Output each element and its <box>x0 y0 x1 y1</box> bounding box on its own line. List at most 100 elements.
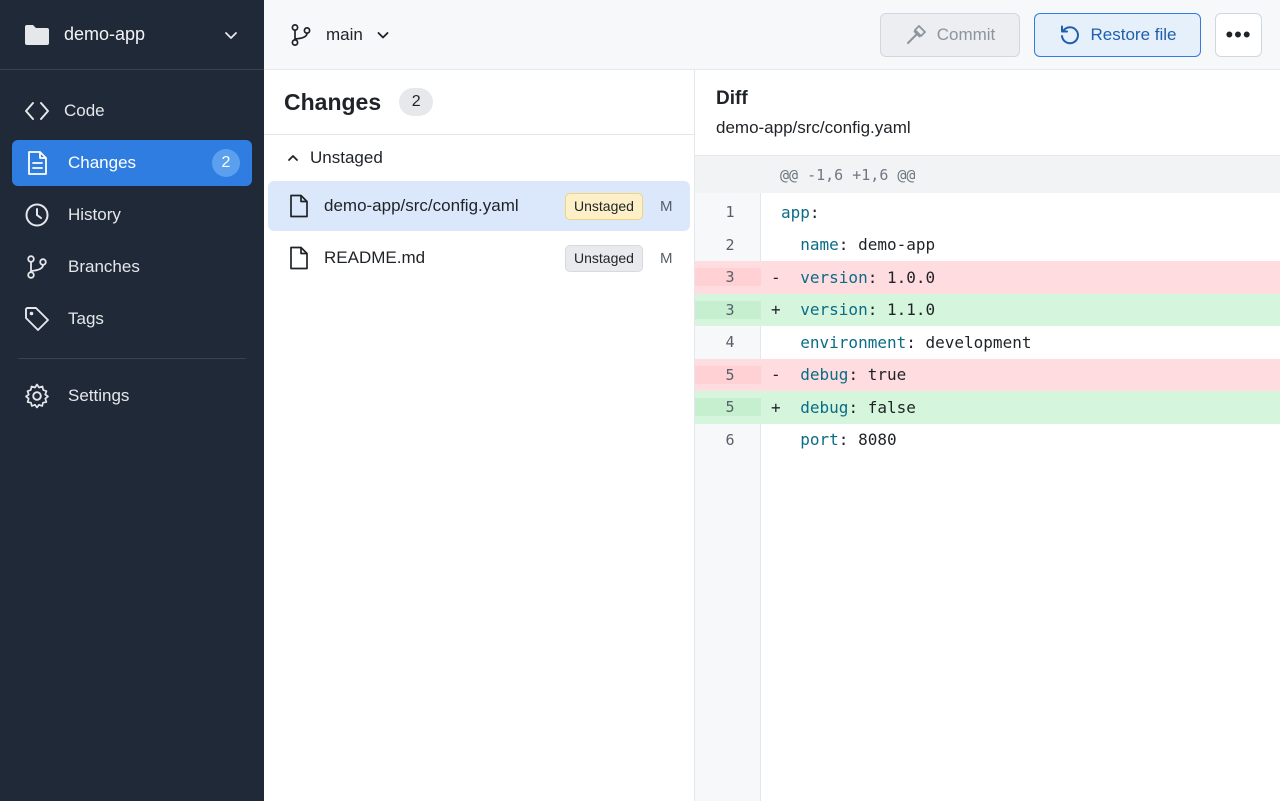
changes-count: 2 <box>399 88 434 116</box>
file-status: M <box>660 249 673 267</box>
line-number: 5 <box>695 398 761 417</box>
sidebar-item-label: Branches <box>68 257 140 276</box>
unstaged-badge: Unstaged <box>565 244 643 272</box>
sidebar-item-branches[interactable]: Branches <box>12 244 252 290</box>
code-text: debug: true <box>781 365 906 384</box>
yaml-value: 1.1.0 <box>886 300 936 320</box>
file-diff-icon <box>24 150 50 176</box>
line-number: 3 <box>695 268 761 287</box>
changes-count-badge: 2 <box>212 149 240 177</box>
yaml-separator: : <box>848 397 868 417</box>
chevron-down-icon <box>375 27 391 43</box>
code-text: version: 1.1.0 <box>781 300 935 319</box>
yaml-key: name <box>781 235 839 255</box>
chevron-up-icon <box>286 151 300 165</box>
clock-icon <box>24 202 50 228</box>
hunk-header: @@ -1,6 +1,6 @@ <box>695 156 1280 193</box>
sidebar-item-tags[interactable]: Tags <box>12 296 252 342</box>
diff-header: Diff demo-app/src/config.yaml <box>695 70 1280 156</box>
undo-icon <box>1059 24 1081 46</box>
sidebar-item-code[interactable]: Code <box>12 88 252 134</box>
yaml-value: development <box>925 332 1032 352</box>
changes-pane: Changes 2 Unstaged demo-app/src/config.y… <box>264 70 695 801</box>
file-icon <box>288 246 310 270</box>
sidebar-item-history[interactable]: History <box>12 192 252 238</box>
yaml-separator: : <box>838 235 859 255</box>
diff-lines: 1 app: 2 name: demo-app 3- version: 1.0.0 3 +… <box>695 196 1280 456</box>
yaml-separator: : <box>848 365 868 385</box>
context-line: 6 port: 8080 <box>695 424 1280 457</box>
yaml-separator: : <box>906 332 926 352</box>
code-text: app: <box>781 203 820 222</box>
unstaged-badge: Unstaged <box>565 192 643 220</box>
yaml-key: version <box>781 300 868 320</box>
folder-icon <box>24 24 50 46</box>
yaml-key: port <box>781 430 839 450</box>
sidebar-item-label: Tags <box>68 309 104 328</box>
restore-file-button[interactable]: Restore file <box>1034 13 1201 57</box>
hammer-icon <box>905 24 927 46</box>
diff-sign: - <box>771 267 781 287</box>
yaml-separator: : <box>867 300 887 320</box>
commit-label: Commit <box>936 25 996 44</box>
context-line: 4 environment: development <box>695 326 1280 359</box>
code-text: environment: development <box>781 333 1031 352</box>
yaml-key: version <box>781 267 868 287</box>
line-number: 3 <box>695 300 761 319</box>
added-line: 3 + version: 1.1.0 <box>695 293 1280 326</box>
file-row[interactable]: demo-app/src/config.yaml Unstaged M <box>268 181 690 231</box>
sidebar: demo-app Code Changes 2 History Branches… <box>0 0 264 801</box>
sidebar-divider <box>18 358 246 359</box>
commit-button[interactable]: Commit <box>880 13 1020 57</box>
code-text: port: 8080 <box>781 430 896 450</box>
sidebar-nav: Code Changes 2 History Branches Tags Set… <box>0 70 264 419</box>
diff-title: Diff <box>716 88 748 109</box>
diff-body: @@ -1,6 +1,6 @@ 1 app: 2 name: demo-app 3- … <box>695 156 1280 801</box>
yaml-key: app <box>781 202 810 222</box>
file-icon <box>288 194 310 218</box>
line-number: 4 <box>725 333 735 352</box>
yaml-value: false <box>867 397 916 417</box>
branch-icon <box>290 23 312 47</box>
file-status: M <box>660 197 673 215</box>
yaml-key: debug <box>781 365 849 385</box>
branch-selector[interactable]: main <box>290 23 391 47</box>
repo-name: demo-app <box>64 24 146 44</box>
chevron-down-icon <box>222 26 240 44</box>
top-bar: main Commit Restore file ••• <box>264 0 1280 70</box>
hunk-header-text: @@ -1,6 +1,6 @@ <box>780 165 916 184</box>
yaml-value: 1.0.0 <box>886 267 936 287</box>
line-number: 1 <box>725 203 735 222</box>
code-text: name: demo-app <box>781 235 935 254</box>
yaml-key: environment <box>781 332 907 352</box>
line-number: 5 <box>695 365 761 384</box>
yaml-separator: : <box>867 267 887 287</box>
code-text: version: 1.0.0 <box>781 268 935 287</box>
more-options-button[interactable]: ••• <box>1215 13 1262 57</box>
yaml-separator: : <box>838 430 859 450</box>
changes-title: Changes <box>284 88 382 115</box>
restore-file-label: Restore file <box>1090 25 1177 44</box>
diff-pane: Diff demo-app/src/config.yaml @@ -1,6 +1… <box>695 70 1280 801</box>
sidebar-item-label: Code <box>64 101 105 120</box>
gear-icon <box>24 383 50 409</box>
line-number: 2 <box>725 235 735 254</box>
top-actions: Commit Restore file ••• <box>880 13 1262 57</box>
code-text: debug: false <box>781 398 916 417</box>
sidebar-item-label: Settings <box>68 386 130 405</box>
yaml-separator: : <box>809 202 820 222</box>
sidebar-item-changes[interactable]: Changes 2 <box>12 140 252 186</box>
branch-name: main <box>326 24 363 44</box>
yaml-value: demo-app <box>858 235 936 255</box>
deleted-line: 5- debug: true <box>695 358 1280 391</box>
deleted-line: 3- version: 1.0.0 <box>695 261 1280 294</box>
yaml-value: true <box>867 365 907 385</box>
file-row[interactable]: README.md Unstaged M <box>268 233 690 283</box>
context-line: 1 app: <box>695 196 1280 229</box>
repo-selector[interactable]: demo-app <box>0 0 264 70</box>
sidebar-item-settings[interactable]: Settings <box>12 373 252 419</box>
diff-sign: + <box>771 300 781 320</box>
added-line: 5 + debug: false <box>695 391 1280 424</box>
sidebar-item-label: History <box>68 205 121 224</box>
unstaged-group-toggle[interactable]: Unstaged <box>264 135 694 181</box>
